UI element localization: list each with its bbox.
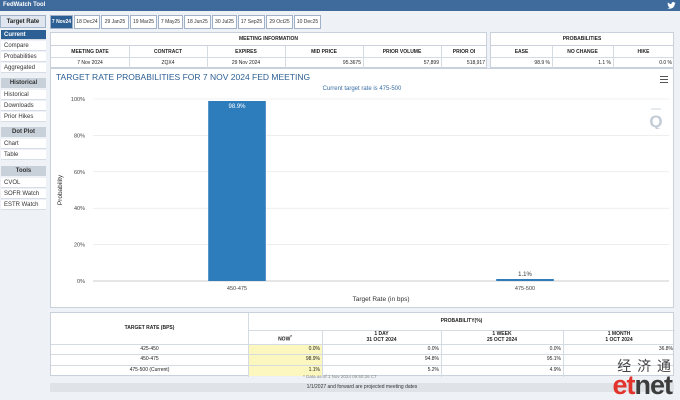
col-expires: EXPIRES	[235, 49, 257, 55]
tab-meeting-7may25[interactable]: 7 May25	[158, 15, 183, 29]
tab-meeting-30jul25[interactable]: 30 Jul25	[212, 15, 237, 29]
tab-meeting-19mar25[interactable]: 19 Mar25	[130, 15, 157, 29]
meeting-info-title: MEETING INFORMATION	[51, 33, 486, 46]
col-ease: EASE	[514, 49, 529, 55]
section-dot-plot: Dot Plot	[1, 127, 46, 137]
meeting-date-value: 7 Nov 2024	[77, 60, 103, 66]
data-timestamp-note: * Data as of 1 Nov 2024 09:50:26 CT	[303, 374, 377, 379]
twitter-icon[interactable]	[667, 1, 676, 10]
col-1week-date: 25 OCT 2024	[486, 337, 518, 343]
prior-volume-value: 57,899	[423, 60, 439, 66]
row-1month: 36.8%	[658, 346, 673, 352]
row-1day: 94.8%	[424, 356, 439, 362]
contract-value: ZQX4	[161, 60, 175, 66]
sidebar-item-historical[interactable]: Historical	[1, 90, 46, 100]
col-1day-date: 31 OCT 2024	[366, 337, 397, 343]
row-1week: 0.0%	[549, 346, 561, 352]
col-mid-price: MID PRICE	[311, 49, 337, 55]
col-target-rate: TARGET RATE (BPS)	[124, 325, 175, 331]
col-no-change: NO CHANGE	[567, 49, 598, 55]
sidebar-item-current[interactable]: Current	[1, 30, 46, 40]
tab-meeting-18jun25[interactable]: 18 Jun25	[184, 15, 211, 29]
sidebar-item-prior-hikes[interactable]: Prior Hikes	[1, 112, 46, 122]
section-historical: Historical	[1, 78, 46, 88]
section-tools: Tools	[1, 166, 46, 176]
bar-450-475[interactable]	[208, 101, 266, 281]
x-axis-label: Target Rate (in bps)	[352, 296, 409, 303]
row-now: 0.0%	[308, 346, 320, 352]
sidebar-item-cvol[interactable]: CVOL	[1, 178, 46, 188]
app-title: FedWatch Tool	[3, 2, 46, 8]
row-now: 1.1%	[308, 367, 320, 373]
tab-meeting-17sep25[interactable]: 17 Sep25	[238, 15, 265, 29]
tab-meeting-29jan25[interactable]: 29 Jan25	[101, 15, 129, 29]
tab-meeting-10dec25[interactable]: 10 Dec25	[294, 15, 321, 29]
col-probability: PROBABILITY(%)	[440, 318, 483, 324]
x-tick-label: 475-500	[515, 286, 535, 292]
bar-475-500[interactable]	[496, 278, 554, 281]
probabilities-title: PROBABILITIES	[491, 33, 673, 46]
etnet-watermark: 经 济 通 etnet	[584, 356, 674, 400]
row-1week: 4.9%	[549, 367, 561, 373]
title-bar: FedWatch Tool	[0, 0, 680, 11]
sidebar-item-compare[interactable]: Compare	[1, 41, 46, 51]
chart-panel: TARGET RATE PROBABILITIES FOR 7 NOV 2024…	[50, 68, 674, 308]
expires-value: 29 Nov 2024	[231, 60, 261, 66]
tab-meeting-18dec24[interactable]: 18 Dec24	[74, 15, 100, 29]
row-rate: 475-500 (Current)	[129, 367, 170, 373]
col-prior-volume: PRIOR VOLUME	[382, 49, 422, 55]
col-1month-date: 1 OCT 2024	[605, 337, 633, 343]
sidebar-item-estr-watch[interactable]: ESTR Watch	[1, 200, 46, 210]
row-now: 98.9%	[305, 356, 320, 362]
col-hike: HIKE	[637, 49, 650, 55]
prior-oi-value: 518,917	[466, 60, 485, 66]
col-now-label: NOW	[278, 336, 291, 343]
y-tick-label: 60%	[74, 170, 85, 176]
row-1day: 5.2%	[427, 367, 439, 373]
sidebar-item-chart[interactable]: Chart	[1, 139, 46, 149]
sidebar-item-probabilities[interactable]: Probabilities	[1, 52, 46, 62]
row-rate: 425-450	[140, 346, 159, 352]
col-contract: CONTRACT	[153, 49, 183, 55]
row-1day: 0.0%	[427, 346, 439, 352]
tab-target-rate[interactable]: Target Rate	[0, 15, 46, 28]
projected-dates-note: 1/1/2027 and forward are projected meeti…	[50, 383, 674, 392]
bar-value-label: 1.1%	[518, 272, 532, 278]
y-tick-label: 40%	[74, 206, 85, 212]
x-tick-label: 450-475	[227, 286, 247, 292]
ease-value: 98.9 %	[534, 60, 550, 66]
col-now-marker: *	[290, 334, 292, 339]
row-1week: 95.1%	[546, 356, 561, 362]
col-prior-oi: PRIOR OI	[452, 49, 476, 55]
sidebar-item-aggregated[interactable]: Aggregated	[1, 63, 46, 73]
no-change-value: 1.1 %	[598, 60, 611, 66]
mid-price-value: 95.3675	[342, 60, 361, 66]
tab-meeting-29oct25[interactable]: 29 Oct25	[266, 15, 293, 29]
y-tick-label: 100%	[71, 97, 85, 103]
y-tick-label: 20%	[74, 243, 85, 249]
probability-table: TARGET RATE (BPS) PROBABILITY(%) NOW* 1 …	[50, 312, 675, 377]
sidebar-item-downloads[interactable]: Downloads	[1, 101, 46, 111]
watermark-en-text: etnet	[612, 370, 673, 400]
meeting-info-table: MEETING INFORMATION MEETING DATE CONTRAC…	[50, 32, 487, 72]
sidebar-item-table[interactable]: Table	[1, 150, 46, 160]
bar-chart: 0% 20% 40% 60% 80% 100% 98.9% 1.1% 450-475 475-…	[57, 97, 669, 303]
bar-value-label: 98.9%	[228, 104, 246, 110]
hike-value: 0.0 %	[659, 60, 672, 66]
tab-meeting-7nov24[interactable]: 7 Nov24	[50, 15, 73, 29]
sidebar-item-sofr-watch[interactable]: SOFR Watch	[1, 189, 46, 199]
watermark-en-red: et	[612, 370, 635, 400]
y-axis-label: Probability	[57, 174, 64, 205]
col-meeting-date: MEETING DATE	[71, 49, 109, 55]
y-tick-label: 80%	[74, 133, 85, 139]
watermark-en-dark: net	[634, 370, 673, 400]
y-tick-label: 0%	[77, 279, 85, 285]
probabilities-summary-table: PROBABILITIES EASE NO CHANGE HIKE 98.9 %…	[490, 32, 674, 72]
row-rate: 450-475	[140, 356, 159, 362]
col-now: NOW*	[248, 334, 322, 343]
sidebar: Target Rate Current Compare Probabilitie…	[0, 13, 47, 400]
